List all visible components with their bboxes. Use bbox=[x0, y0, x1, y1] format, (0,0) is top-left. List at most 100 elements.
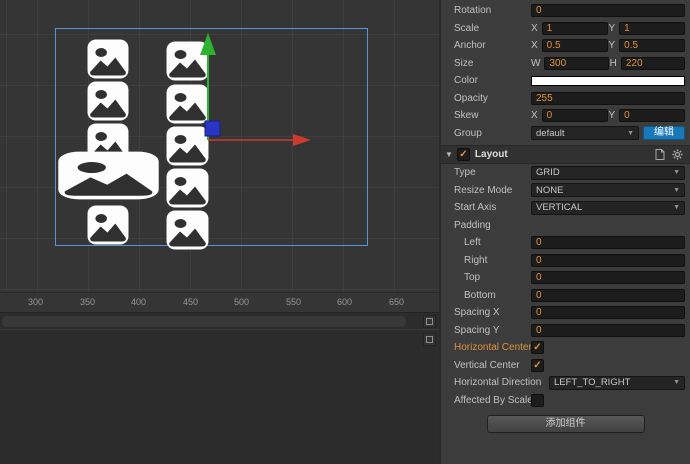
size-w-axis-label: W bbox=[531, 57, 541, 69]
sprite-image-placeholder[interactable] bbox=[166, 210, 209, 250]
spacing-y-input[interactable]: 0 bbox=[531, 323, 685, 337]
scene-ruler: 300 350 400 450 500 550 600 650 bbox=[0, 292, 439, 312]
color-swatch[interactable] bbox=[531, 75, 685, 86]
skew-y-axis-label: Y bbox=[608, 110, 616, 122]
horizontal-direction-dropdown-value: LEFT_TO_RIGHT bbox=[554, 377, 631, 389]
opacity-label: Opacity bbox=[454, 92, 488, 104]
skew-x-input[interactable]: 0 bbox=[541, 109, 608, 123]
rotation-input[interactable]: 0 bbox=[531, 4, 685, 18]
sprite-image-placeholder-scaled[interactable] bbox=[57, 151, 160, 200]
group-edit-button[interactable]: 编辑 bbox=[643, 126, 685, 141]
affected-by-scale-checkbox[interactable] bbox=[531, 393, 544, 407]
anchor-y-axis-label: Y bbox=[608, 40, 616, 52]
resize-mode-label: Resize Mode bbox=[454, 184, 513, 196]
sprite-image-placeholder[interactable] bbox=[166, 168, 209, 208]
inspector-panel: Rotation 0 Scale X 1 Y 1 Anchor X 0.5 Y … bbox=[439, 0, 690, 464]
spacing-y-label: Spacing Y bbox=[454, 324, 500, 336]
padding-left-label: Left bbox=[464, 237, 481, 249]
group-label: Group bbox=[454, 127, 482, 139]
skew-y-input[interactable]: 0 bbox=[619, 109, 685, 123]
group-row: Group default ▼ 编辑 bbox=[441, 125, 690, 143]
color-label: Color bbox=[454, 75, 478, 87]
affected-by-scale-label: Affected By Scale bbox=[454, 394, 531, 406]
padding-right-row: Right 0 bbox=[441, 252, 690, 270]
gear-icon[interactable] bbox=[672, 149, 683, 160]
chevron-down-icon: ▼ bbox=[673, 204, 680, 212]
bottom-panel bbox=[0, 330, 439, 464]
type-row: Type GRID ▼ bbox=[441, 164, 690, 182]
size-row: Size W 300 H 220 bbox=[441, 55, 690, 73]
chevron-down-icon: ▼ bbox=[673, 379, 680, 387]
size-w-input[interactable]: 300 bbox=[544, 56, 609, 70]
padding-row: Padding bbox=[441, 217, 690, 235]
ruler-label: 350 bbox=[80, 297, 96, 307]
sprite-image-placeholder[interactable] bbox=[166, 84, 209, 124]
ruler-label: 650 bbox=[389, 297, 405, 307]
horizontal-center-checkbox[interactable]: ✓ bbox=[531, 341, 544, 355]
vertical-center-row: Vertical Center ✓ bbox=[441, 357, 690, 375]
padding-bottom-label: Bottom bbox=[464, 289, 496, 301]
start-axis-label: Start Axis bbox=[454, 202, 497, 214]
padding-top-input[interactable]: 0 bbox=[531, 271, 685, 285]
add-component-button[interactable]: 添加组件 bbox=[486, 415, 645, 433]
ruler-label: 300 bbox=[28, 297, 44, 307]
sprite-image-placeholder[interactable] bbox=[87, 205, 129, 245]
horizontal-center-label: Horizontal Center bbox=[454, 342, 531, 354]
vertical-center-checkbox[interactable]: ✓ bbox=[531, 358, 544, 372]
horizontal-scrollbar-thumb[interactable] bbox=[2, 316, 406, 327]
sprite-image-placeholder[interactable] bbox=[87, 39, 129, 79]
square-icon bbox=[426, 336, 433, 343]
chevron-down-icon: ▼ bbox=[627, 129, 634, 137]
group-dropdown[interactable]: default ▼ bbox=[531, 126, 639, 141]
start-axis-dropdown-value: VERTICAL bbox=[536, 202, 583, 214]
layout-component-header[interactable]: ▼ ✓ Layout bbox=[441, 145, 690, 164]
group-dropdown-value: default bbox=[536, 127, 565, 139]
size-h-input[interactable]: 220 bbox=[620, 56, 685, 70]
padding-top-row: Top 0 bbox=[441, 269, 690, 287]
resize-mode-row: Resize Mode NONE ▼ bbox=[441, 182, 690, 200]
color-row: Color bbox=[441, 72, 690, 90]
start-axis-dropdown[interactable]: VERTICAL ▼ bbox=[531, 200, 685, 215]
padding-bottom-row: Bottom 0 bbox=[441, 287, 690, 305]
skew-row: Skew X 0 Y 0 bbox=[441, 107, 690, 125]
scale-y-input[interactable]: 1 bbox=[619, 21, 685, 35]
resize-mode-dropdown-value: NONE bbox=[536, 184, 564, 196]
padding-right-input[interactable]: 0 bbox=[531, 253, 685, 267]
skew-x-axis-label: X bbox=[531, 110, 538, 122]
scale-row: Scale X 1 Y 1 bbox=[441, 20, 690, 38]
help-doc-icon[interactable] bbox=[655, 149, 665, 160]
padding-top-label: Top bbox=[464, 272, 481, 284]
sprite-image-placeholder[interactable] bbox=[87, 81, 129, 121]
spacing-x-label: Spacing X bbox=[454, 307, 500, 319]
foldout-triangle-icon[interactable]: ▼ bbox=[445, 150, 453, 159]
rotation-label: Rotation bbox=[454, 5, 492, 17]
horizontal-direction-dropdown[interactable]: LEFT_TO_RIGHT ▼ bbox=[549, 375, 685, 390]
horizontal-scrollbar[interactable] bbox=[0, 312, 439, 330]
opacity-input[interactable]: 255 bbox=[531, 91, 685, 105]
anchor-y-input[interactable]: 0.5 bbox=[619, 39, 685, 53]
anchor-row: Anchor X 0.5 Y 0.5 bbox=[441, 37, 690, 55]
padding-bottom-input[interactable]: 0 bbox=[531, 288, 685, 302]
spacing-x-row: Spacing X 0 bbox=[441, 304, 690, 322]
ruler-label: 400 bbox=[131, 297, 147, 307]
layout-enabled-checkbox[interactable]: ✓ bbox=[456, 148, 470, 161]
anchor-x-input[interactable]: 0.5 bbox=[541, 39, 608, 53]
spacing-x-input[interactable]: 0 bbox=[531, 306, 685, 320]
ruler-label: 550 bbox=[286, 297, 302, 307]
scene-corner-icon[interactable] bbox=[423, 315, 436, 328]
sprite-image-placeholder[interactable] bbox=[166, 41, 209, 81]
type-dropdown[interactable]: GRID ▼ bbox=[531, 165, 685, 180]
size-label: Size bbox=[454, 57, 474, 69]
rotation-row: Rotation 0 bbox=[441, 2, 690, 20]
scale-label: Scale bbox=[454, 22, 480, 34]
panel-corner-icon[interactable] bbox=[423, 333, 436, 346]
padding-left-input[interactable]: 0 bbox=[531, 236, 685, 250]
scene-canvas[interactable] bbox=[0, 0, 439, 292]
scale-x-input[interactable]: 1 bbox=[541, 21, 608, 35]
resize-mode-dropdown[interactable]: NONE ▼ bbox=[531, 183, 685, 198]
sprite-image-placeholder[interactable] bbox=[166, 126, 209, 166]
vertical-center-label: Vertical Center bbox=[454, 359, 520, 371]
scene-view-panel: 300 350 400 450 500 550 600 650 bbox=[0, 0, 439, 464]
padding-label: Padding bbox=[454, 219, 491, 231]
padding-right-label: Right bbox=[464, 254, 488, 266]
